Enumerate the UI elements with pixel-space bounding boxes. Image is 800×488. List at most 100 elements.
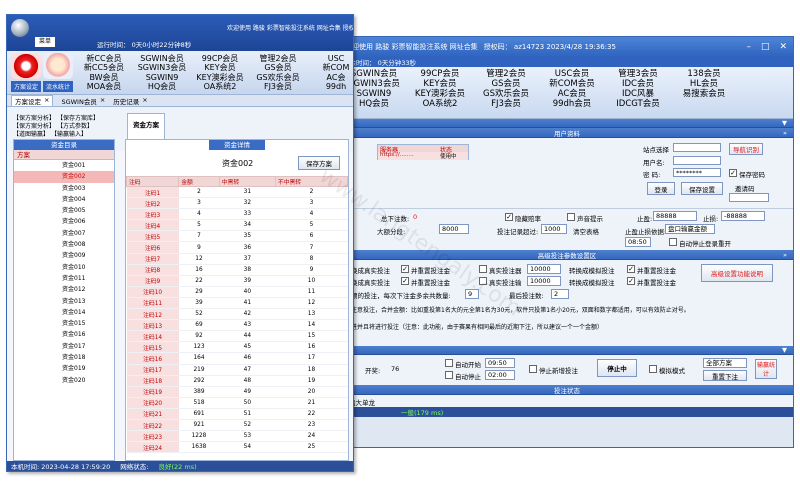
table-row[interactable]: 注码8 16 38 9 (126, 264, 348, 276)
fund-list-item[interactable]: 资金018 (14, 352, 114, 364)
site-select[interactable] (673, 143, 721, 152)
server-value[interactable]: https://........ (378, 152, 440, 160)
fund-list-item[interactable]: 资金006 (14, 216, 114, 228)
group-link-5[interactable]: 【道图输赢】 (13, 131, 49, 138)
table-row[interactable]: 注码9 22 39 10 (126, 275, 348, 287)
stop-loss-input[interactable]: -88888 (721, 211, 765, 221)
flow-stats-button[interactable]: 流水统计 (43, 53, 73, 92)
adv-row3-input-b[interactable]: 2 (551, 289, 569, 299)
table-row[interactable]: 注码19 389 49 20 (126, 386, 348, 398)
site-tile[interactable]: 管理2会员 GS会员 GS欢乐会员 FJ3会员 (249, 54, 307, 92)
site-tile[interactable]: SGWIN会员 SGWIN3会员 SGWIN9 HQ会员 (133, 54, 191, 92)
clear-table-label[interactable]: 清空表格 (573, 226, 599, 236)
record-limit-input[interactable]: 1000 (541, 224, 567, 234)
app-logo-icon[interactable] (11, 19, 29, 37)
fund-list-item[interactable]: 资金020 (14, 374, 114, 386)
fund-list-item[interactable]: 资金019 (14, 363, 114, 375)
table-row[interactable]: 注码3 4 33 4 (126, 208, 348, 221)
chevron-up-icon[interactable]: » (783, 251, 787, 259)
site-tile[interactable]: 管理3会员 IDC会员 IDC风暴 IDCGT会员 (605, 69, 671, 118)
chevron-up-icon[interactable]: » (783, 129, 787, 137)
table-row[interactable]: 注码13 69 43 14 (126, 319, 348, 332)
chevron-down-icon[interactable]: ▼ (782, 119, 787, 127)
group-link-4[interactable]: 【方式参数】 (57, 123, 93, 130)
fund-list-item[interactable]: 资金004 (14, 193, 114, 206)
fund-list-item[interactable]: 资金016 (14, 329, 114, 341)
save-plan-button[interactable]: 保存方案 (298, 156, 340, 170)
table-row[interactable]: 注码12 52 42 13 (126, 308, 348, 321)
chevron-down-icon[interactable]: ▼ (782, 346, 787, 354)
fund-list-item[interactable]: 资金015 (14, 318, 114, 330)
auto-start-checkbox[interactable] (445, 359, 453, 367)
table-row[interactable]: 注码4 5 34 5 (126, 219, 348, 232)
stop-win-input[interactable]: 88888 (653, 211, 697, 221)
group-link-3[interactable]: 【保方案分析】 (13, 123, 55, 130)
adv-amount-input-1[interactable]: 10000 (527, 264, 561, 274)
site-tile[interactable]: USC 新COM AC会 99dh (307, 54, 353, 92)
save-password-checkbox[interactable]: ✓ (729, 169, 737, 177)
auto-start-time[interactable]: 09:50 (485, 358, 515, 368)
table-row[interactable]: 注码17 219 47 18 (126, 364, 348, 376)
close-icon[interactable]: × (142, 96, 147, 106)
save-settings-button[interactable]: 保存设置 (681, 182, 723, 195)
tab-plan-settings[interactable]: 方案设定 × (11, 95, 54, 106)
site-tile[interactable]: 新CC会员 新CC5会员 BW会员 MOA会员 (75, 54, 133, 92)
adv-row2-reset-checkbox[interactable]: ✓ (627, 277, 635, 285)
table-row[interactable]: 注码7 12 37 8 (126, 253, 348, 265)
plan-filter-select[interactable]: 全部方案 (703, 358, 747, 368)
group-link-2[interactable]: 【保存方案库】 (57, 115, 99, 122)
adv-row2-real-checkbox[interactable] (479, 277, 487, 285)
fund-list-item[interactable]: 资金007 (14, 227, 114, 240)
table-row[interactable]: 注码24 1638 54 25 (126, 441, 348, 454)
fund-plan-tab[interactable]: 资金方案 (127, 113, 165, 139)
adv-row3-input[interactable]: 9 (465, 289, 479, 299)
maximize-icon[interactable]: □ (761, 42, 770, 52)
tab-sgwin[interactable]: SGWIN会员 × (61, 96, 105, 106)
fund-list-item[interactable]: 资金003 (14, 182, 114, 194)
table-row[interactable]: 注码16 164 46 17 (126, 352, 348, 365)
plan-settings-button[interactable]: 方案设定 (11, 53, 41, 92)
fund-list-item[interactable]: 资金012 (14, 284, 114, 296)
fund-list-item[interactable]: 资金014 (14, 306, 114, 319)
invite-input[interactable] (729, 193, 769, 202)
group-link-1[interactable]: 【保方案分析】 (13, 115, 55, 122)
tab-history[interactable]: 历史记录 × (113, 96, 147, 106)
stop-basis-select[interactable]: 盘口输赢金额 (665, 224, 715, 234)
table-row[interactable]: 注码1 2 31 2 (126, 186, 348, 199)
stop-new-checkbox[interactable] (529, 365, 537, 373)
hide-odds-checkbox[interactable]: ✓ (505, 213, 513, 221)
table-row[interactable]: 注码6 9 36 7 (126, 241, 348, 254)
auto-stop-time[interactable]: 02:00 (485, 370, 515, 380)
site-tile[interactable]: 138会员 HL会员 易搜索会员 (671, 69, 737, 118)
menu-tab[interactable]: 菜单 (35, 37, 55, 47)
adv-row2-checkbox[interactable]: ✓ (401, 277, 409, 285)
table-row[interactable]: 注码11 39 41 12 (126, 297, 348, 310)
username-input[interactable] (673, 156, 721, 165)
adv-reset-checkbox-2[interactable]: ✓ (627, 265, 635, 273)
site-tile[interactable]: 99CP会员 KEY会员 KEY澳彩会员 OA系统2 (191, 54, 249, 92)
site-tile[interactable]: USC会员 新COM会员 AC会员 99dh会员 (539, 69, 605, 118)
minimize-icon[interactable]: – (746, 42, 751, 52)
segment-input[interactable]: 8000 (439, 224, 469, 234)
site-tile[interactable]: 管理2会员 GS会员 GS欢乐会员 FJ3会员 (473, 69, 539, 118)
table-row[interactable]: 注码14 92 44 15 (126, 330, 348, 343)
close-icon[interactable]: × (44, 96, 49, 106)
table-row[interactable]: 注码10 29 40 11 (126, 286, 348, 298)
table-row[interactable]: 注码22 921 52 23 (126, 419, 348, 432)
password-input[interactable]: ******** (673, 168, 721, 177)
table-row[interactable]: 注码5 7 35 6 (126, 230, 348, 243)
time-input[interactable]: 08:50 (625, 237, 651, 247)
table-row[interactable]: 注码23 1228 53 24 (126, 430, 348, 443)
adv-reset-checkbox-1[interactable]: ✓ (401, 265, 409, 273)
close-icon[interactable]: × (100, 96, 105, 106)
fund-list-item[interactable]: 资金005 (14, 205, 114, 217)
group-link-6[interactable]: 【输赢输入】 (51, 131, 87, 138)
auto-relogin-checkbox[interactable] (669, 238, 677, 246)
fund-list-item[interactable]: 资金002 (14, 171, 114, 183)
stats-button[interactable]: 输赢统计 (755, 359, 777, 379)
table-row[interactable]: 注码20 518 50 21 (126, 397, 348, 409)
fund-list-item[interactable]: 资金009 (14, 250, 114, 262)
nav-detect-button[interactable]: 导航识别 (729, 143, 763, 155)
advanced-help-button[interactable]: 高级设置功能说明 (701, 264, 773, 282)
sim-mode-checkbox[interactable] (649, 365, 657, 373)
